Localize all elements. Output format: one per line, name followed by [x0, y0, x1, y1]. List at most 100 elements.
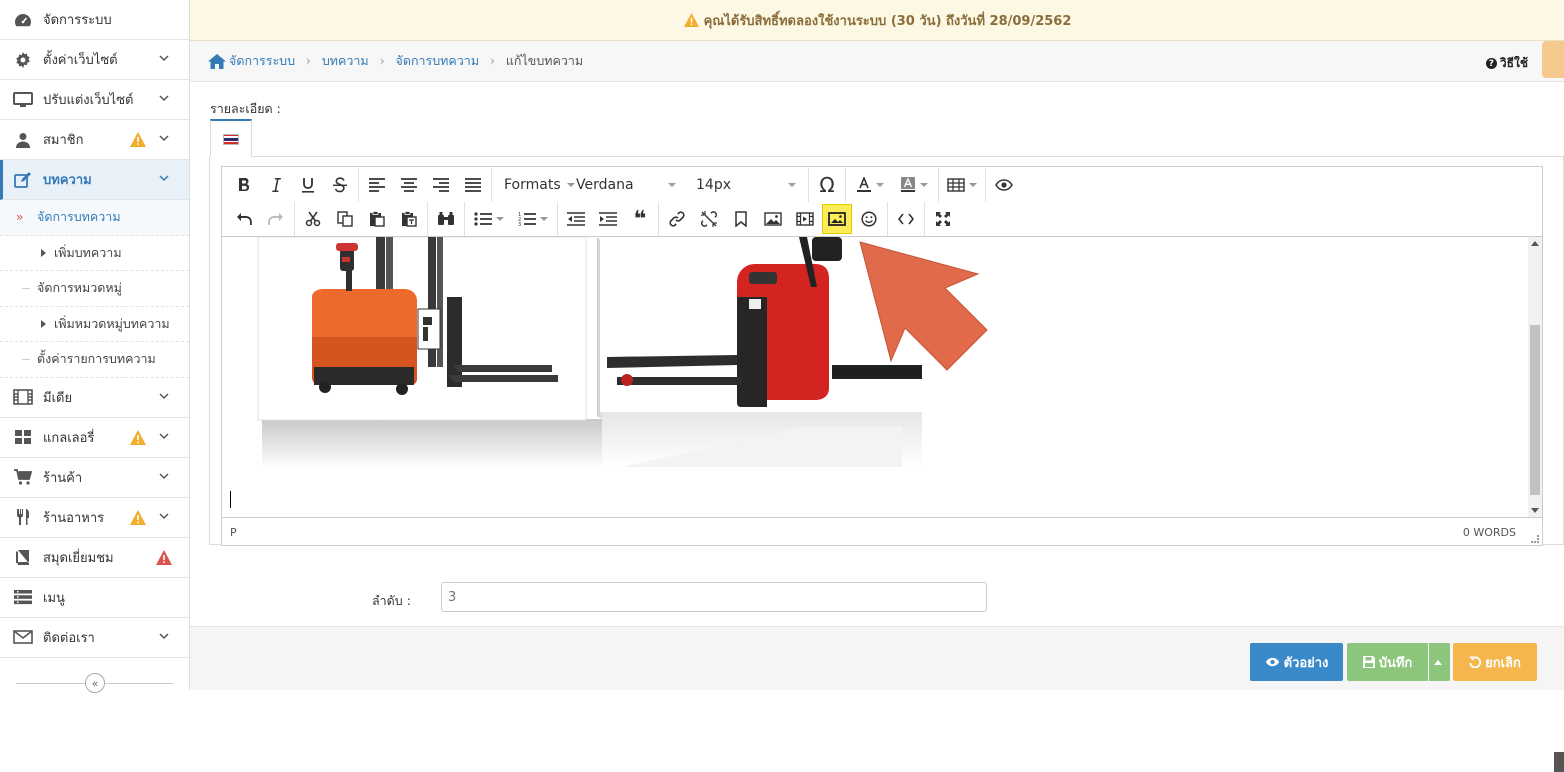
subnav-add-category[interactable]: เพิ่มหมวดหมู่บทความ — [0, 307, 189, 342]
undo-icon[interactable] — [228, 205, 260, 233]
subnav-manage-categories[interactable]: จัดการหมวดหมู่ — [0, 271, 189, 307]
bullet-list-button[interactable] — [467, 205, 511, 233]
formats-label: Formats — [504, 177, 561, 193]
notice-text: คุณได้รับสิทธิ์ทดลองใช้งานระบบ (30 วัน) … — [703, 13, 1072, 29]
align-right-button[interactable] — [425, 171, 457, 199]
eye-icon — [1265, 657, 1279, 667]
scroll-up-icon[interactable] — [1531, 241, 1539, 246]
subnav-label: เพิ่มหมวดหมู่บทความ — [54, 315, 170, 331]
help-link[interactable]: ? วิธีใช้ — [1485, 54, 1528, 73]
cancel-button[interactable]: ยกเลิก — [1453, 643, 1537, 681]
table-button[interactable] — [941, 171, 983, 199]
nav-item-articles[interactable]: บทความ — [0, 160, 189, 200]
caret-right-icon — [41, 248, 46, 257]
align-justify-button[interactable] — [457, 171, 489, 199]
nav-item-menu[interactable]: เมนู — [0, 578, 189, 618]
chevron-down-icon — [159, 135, 169, 142]
nav-item-restaurant[interactable]: ร้านอาหาร — [0, 498, 189, 538]
breadcrumb-home[interactable]: จัดการระบบ — [229, 51, 295, 71]
bold-button[interactable] — [228, 171, 260, 199]
editor-toolbar: Formats Verdana 14px Ω 1 2 3 ❝ — [222, 167, 1542, 237]
paste-text-icon[interactable] — [393, 205, 425, 233]
subnav-label: จัดการบทความ — [37, 209, 121, 225]
side-panel-tab[interactable] — [1542, 41, 1564, 78]
source-code-icon[interactable] — [890, 205, 922, 233]
order-label: ลำดับ : — [372, 593, 411, 608]
warning-icon — [130, 429, 146, 445]
chevron-down-icon — [159, 95, 169, 102]
nav-item-guestbook[interactable]: สมุดเยี่ยมชม — [0, 538, 189, 578]
emoticon-icon[interactable] — [853, 205, 885, 233]
subnav-label: เพิ่มบทความ — [54, 244, 122, 260]
underline-button[interactable] — [292, 171, 324, 199]
subnav-article-settings[interactable]: ตั้งค่ารายการบทความ — [0, 342, 189, 378]
preview-button[interactable]: ตัวอย่าง — [1250, 643, 1343, 681]
subnav-manage-articles[interactable]: » จัดการบทความ — [0, 200, 189, 236]
breadcrumb-articles[interactable]: บทความ — [322, 51, 369, 71]
indent-icon[interactable] — [592, 205, 624, 233]
insert-image-icon[interactable] — [757, 205, 789, 233]
warning-icon — [683, 12, 699, 28]
background-color-button[interactable] — [892, 171, 936, 199]
copy-icon[interactable] — [329, 205, 361, 233]
formats-dropdown[interactable]: Formats — [494, 171, 575, 199]
special-character-icon[interactable]: Ω — [811, 171, 843, 199]
font-size-label: 14px — [696, 177, 731, 193]
svg-text:3: 3 — [518, 222, 521, 227]
fullscreen-icon[interactable] — [927, 205, 959, 233]
nav-item-members[interactable]: สมาชิก — [0, 120, 189, 160]
italic-button[interactable] — [260, 171, 292, 199]
nav-item-contact[interactable]: ติดต่อเรา — [0, 618, 189, 658]
text-color-button[interactable] — [848, 171, 892, 199]
outdent-icon[interactable] — [560, 205, 592, 233]
save-button[interactable]: บันทึก — [1347, 643, 1428, 681]
align-center-button[interactable] — [393, 171, 425, 199]
breadcrumb-separator: › — [306, 54, 311, 68]
element-path[interactable]: P — [230, 526, 237, 539]
insert-media-icon[interactable] — [789, 205, 821, 233]
tab-language-th[interactable] — [210, 119, 252, 157]
find-replace-icon[interactable] — [430, 205, 462, 233]
home-icon[interactable] — [208, 53, 226, 69]
nav-item-customize[interactable]: ปรับแต่งเว็บไซต์ — [0, 80, 189, 120]
font-family-dropdown[interactable]: Verdana — [566, 171, 686, 199]
unlink-icon[interactable] — [693, 205, 725, 233]
paste-icon[interactable] — [361, 205, 393, 233]
image-gallery-icon[interactable] — [822, 204, 852, 234]
font-size-dropdown[interactable]: 14px — [686, 171, 806, 199]
order-input[interactable] — [441, 582, 987, 612]
sidebar-collapse-button[interactable]: « — [85, 673, 105, 693]
forklift-image — [257, 237, 988, 469]
editor-content-area[interactable] — [222, 237, 1535, 517]
nav-item-shop[interactable]: ร้านค้า — [0, 458, 189, 498]
save-options-button[interactable] — [1429, 643, 1450, 681]
warning-icon — [130, 509, 146, 525]
align-left-button[interactable] — [361, 171, 393, 199]
editor-scrollbar[interactable] — [1528, 237, 1542, 517]
grid-icon — [12, 428, 34, 446]
nav-item-site-settings[interactable]: ตั้งค่าเว็บไซต์ — [0, 40, 189, 80]
nav-item-media[interactable]: มีเดีย — [0, 378, 189, 418]
chevron-down-icon — [159, 392, 169, 399]
breadcrumb-manage-articles[interactable]: จัดการบทความ — [396, 51, 480, 71]
rich-text-editor: Formats Verdana 14px Ω 1 2 3 ❝ P 0 WORDS — [221, 166, 1543, 546]
subnav-add-article[interactable]: เพิ่มบทความ — [0, 236, 189, 271]
blockquote-icon[interactable]: ❝ — [624, 205, 656, 233]
strikethrough-button[interactable] — [324, 171, 356, 199]
resize-handle[interactable] — [1531, 535, 1539, 543]
cart-icon — [12, 468, 34, 486]
redo-icon[interactable] — [260, 205, 292, 233]
preview-eye-icon[interactable] — [988, 171, 1020, 199]
nav-item-gallery[interactable]: แกลเลอรี่ — [0, 418, 189, 458]
anchor-bookmark-icon[interactable] — [725, 205, 757, 233]
scroll-corner — [1554, 752, 1564, 772]
link-icon[interactable] — [661, 205, 693, 233]
scroll-down-icon[interactable] — [1531, 508, 1539, 513]
cut-icon[interactable] — [297, 205, 329, 233]
scroll-thumb[interactable] — [1530, 325, 1540, 495]
nav-item-dashboard[interactable]: จัดการระบบ — [0, 0, 189, 40]
chevron-down-icon — [159, 432, 169, 439]
numbered-list-button[interactable]: 123 — [511, 205, 555, 233]
book-icon — [12, 548, 34, 566]
thai-flag-icon — [223, 133, 239, 145]
